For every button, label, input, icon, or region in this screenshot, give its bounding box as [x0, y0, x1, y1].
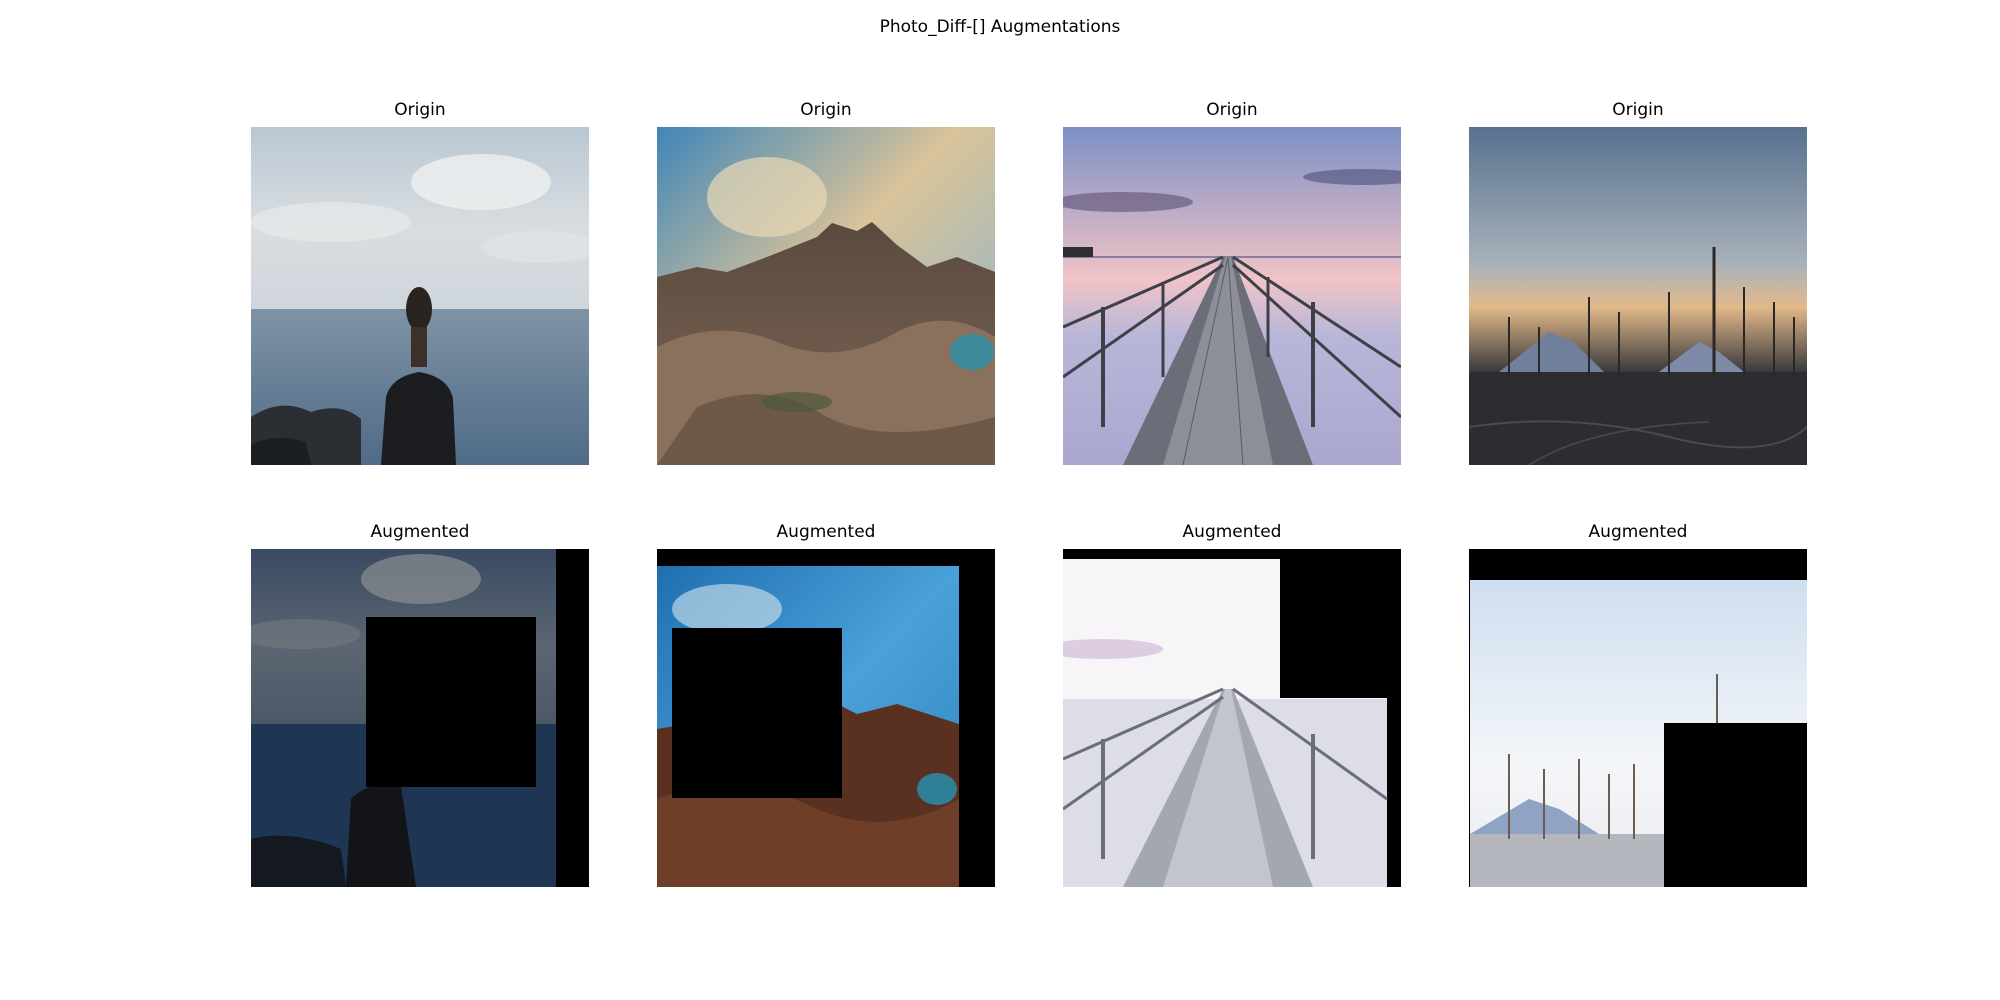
image-wooden-pier-augmented: [1063, 549, 1401, 887]
panel-title: Origin: [394, 100, 446, 120]
image-dead-trees: [1469, 127, 1807, 465]
image-dead-trees-augmented: [1469, 549, 1807, 887]
panel-title: Augmented: [1182, 522, 1282, 542]
image-person-sea-augmented: [251, 549, 589, 887]
panel-title: Augmented: [1588, 522, 1688, 542]
image-rocky-canyon-augmented: [657, 549, 995, 887]
figure-title: Photo_Diff-[] Augmentations: [879, 17, 1121, 37]
image-wooden-pier: [1063, 127, 1401, 465]
panel-title: Augmented: [776, 522, 876, 542]
image-rocky-canyon: [657, 127, 995, 465]
panel-title: Origin: [800, 100, 852, 120]
panel-title: Origin: [1612, 100, 1664, 120]
image-person-sea: [251, 127, 589, 465]
panel-title: Origin: [1206, 100, 1258, 120]
panel-title: Augmented: [370, 522, 470, 542]
